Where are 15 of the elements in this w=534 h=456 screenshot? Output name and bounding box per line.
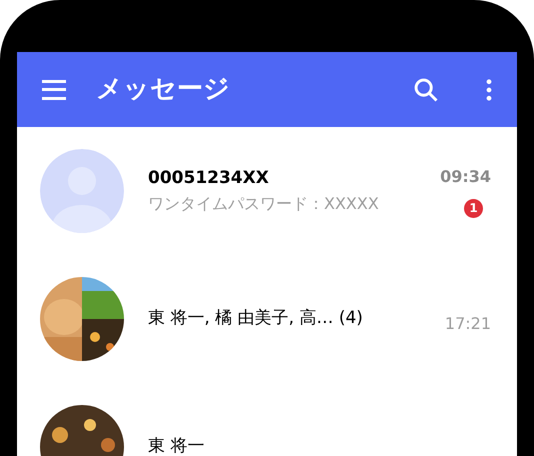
avatar-icon [40, 149, 124, 233]
more-icon[interactable] [486, 78, 492, 100]
contact-name: 00051234XX [148, 167, 270, 190]
contact-name: 東 将一, 橘 由美子, 高… (4) [148, 307, 364, 330]
conversation-row[interactable]: 00051234XX ワンタイムパスワード：XXXXX 09:34 1 [17, 127, 517, 255]
conversation-row[interactable]: 東 将一, 橘 由美子, 高… (4) 17:21 [17, 255, 517, 383]
app-title: メッセージ [96, 73, 230, 106]
search-icon[interactable] [412, 76, 440, 104]
menu-icon[interactable] [42, 80, 66, 100]
message-preview: ワンタイムパスワード：XXXXX [148, 192, 380, 215]
message-time: 17:21 [444, 313, 491, 335]
conversation-row[interactable]: 東 将一 [17, 383, 517, 456]
message-time: 09:34 [440, 166, 491, 188]
contact-name: 東 将一 [148, 435, 206, 456]
unread-badge: 1 [464, 198, 483, 218]
